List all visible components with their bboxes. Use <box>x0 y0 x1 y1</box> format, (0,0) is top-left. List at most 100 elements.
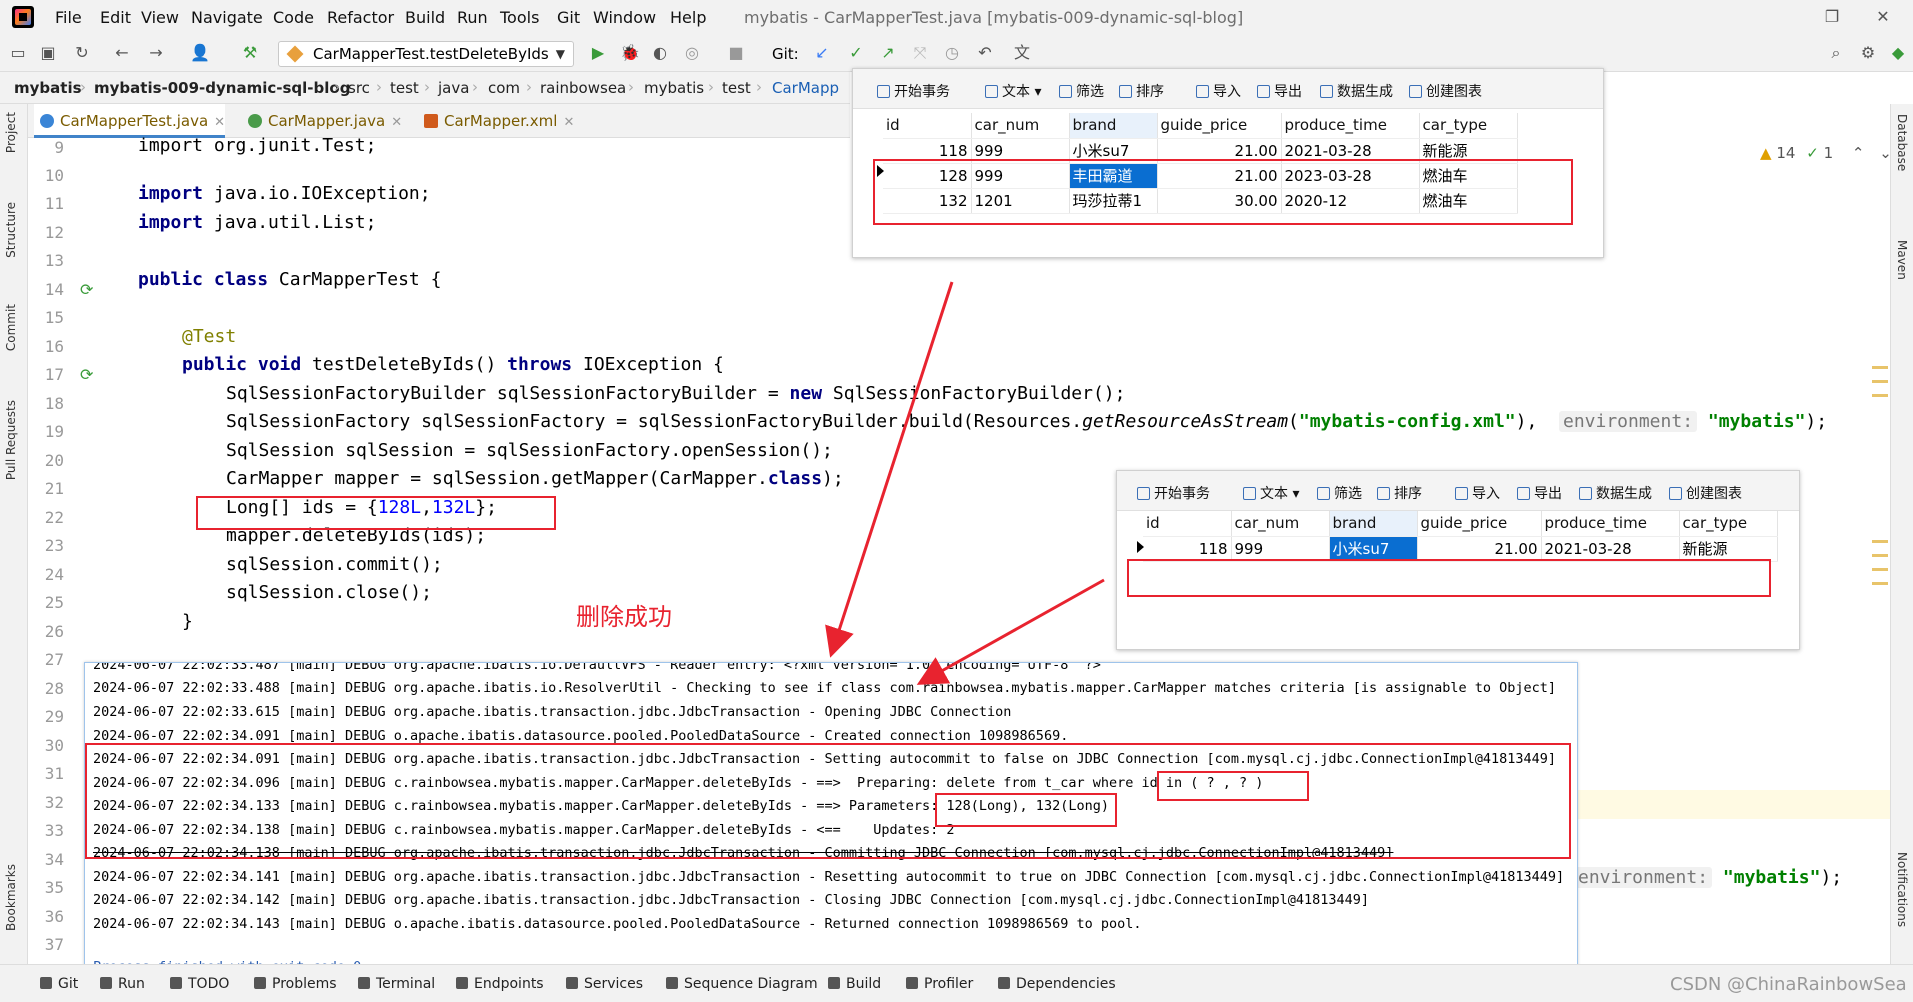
cell[interactable]: 118 <box>1143 536 1232 562</box>
open-folder-icon[interactable]: ▭ <box>8 43 28 63</box>
tool-window-build[interactable]: Build <box>828 976 881 992</box>
cell[interactable]: 21.00 <box>1417 536 1542 562</box>
menu-navigate[interactable]: Navigate <box>191 8 263 27</box>
import-button[interactable]: 导入 <box>1196 81 1241 101</box>
tool-project[interactable]: Project <box>4 112 18 153</box>
tool-window-todo[interactable]: TODO <box>170 976 229 992</box>
col-header[interactable]: car_type <box>1419 113 1518 139</box>
breadcrumb-item[interactable]: java <box>438 79 469 97</box>
menu-view[interactable]: View <box>141 8 179 27</box>
col-header[interactable]: produce_time <box>1281 113 1420 139</box>
stop-icon[interactable]: ■ <box>726 43 746 63</box>
tab-carmapper-xml[interactable]: CarMapper.xml ✕ <box>418 104 574 138</box>
col-header[interactable]: car_num <box>1231 511 1330 537</box>
db-table-after[interactable]: 开始事务 文本 ▾ 筛选 排序 导入 导出 数据生成 创建图表 id car_n… <box>1116 470 1800 650</box>
db-grid[interactable]: id car_num brand guide_price produce_tim… <box>1143 511 1778 562</box>
menu-help[interactable]: Help <box>670 8 706 27</box>
run-test-class-icon[interactable]: ⟳ <box>80 280 96 299</box>
run-test-method-icon[interactable]: ⟳ <box>80 365 96 384</box>
tool-pull-requests[interactable]: Pull Requests <box>4 400 18 480</box>
filter-button[interactable]: 筛选 <box>1317 483 1362 503</box>
tool-window-run[interactable]: Run <box>100 976 145 992</box>
menu-file[interactable]: File <box>55 8 82 27</box>
sync-icon[interactable]: ↻ <box>72 43 92 63</box>
export-button[interactable]: 导出 <box>1517 483 1562 503</box>
back-icon[interactable]: ← <box>112 43 132 63</box>
history-icon[interactable]: ◷ <box>942 43 962 63</box>
sort-button[interactable]: 排序 <box>1377 483 1422 503</box>
menu-refactor[interactable]: Refactor <box>327 8 394 27</box>
plugin-icon[interactable]: ◆ <box>1888 43 1908 63</box>
col-header[interactable]: guide_price <box>1417 511 1542 537</box>
forward-icon[interactable]: → <box>146 43 166 63</box>
git-commit-icon[interactable]: ✓ <box>846 43 866 63</box>
col-header[interactable]: id <box>883 113 972 139</box>
tool-window-problems[interactable]: Problems <box>254 976 337 992</box>
breadcrumb-item[interactable]: mybatis <box>14 79 82 97</box>
run-console[interactable]: 2024-06-07 22:02:33.487 [main] DEBUG org… <box>84 662 1578 967</box>
breadcrumb-item[interactable]: rainbowsea <box>540 79 626 97</box>
breadcrumb-item[interactable]: com <box>488 79 520 97</box>
menu-edit[interactable]: Edit <box>100 8 131 27</box>
menu-git[interactable]: Git <box>557 8 580 27</box>
breadcrumb-item[interactable]: CarMapp <box>772 79 839 97</box>
chevron-down-icon[interactable]: ⌄ <box>1879 144 1892 162</box>
menu-window[interactable]: Window <box>593 8 656 27</box>
sort-button[interactable]: 排序 <box>1119 81 1164 101</box>
tool-window-endpoints[interactable]: Endpoints <box>456 976 544 992</box>
data-generate-button[interactable]: 数据生成 <box>1579 483 1652 503</box>
user-icon[interactable]: 👤 <box>190 43 210 63</box>
col-header[interactable]: car_num <box>971 113 1070 139</box>
col-header[interactable]: id <box>1143 511 1232 537</box>
begin-transaction-button[interactable]: 开始事务 <box>1137 483 1210 503</box>
text-view-button[interactable]: 文本 ▾ <box>985 81 1041 101</box>
table-row[interactable]: 118 999 小米su7 21.00 2021-03-28 新能源 <box>1143 536 1778 562</box>
data-generate-button[interactable]: 数据生成 <box>1320 81 1393 101</box>
col-header[interactable]: brand <box>1069 113 1158 139</box>
breadcrumb-item[interactable]: test <box>722 79 751 97</box>
import-button[interactable]: 导入 <box>1455 483 1500 503</box>
tool-structure[interactable]: Structure <box>4 202 18 258</box>
profile-icon[interactable]: ◎ <box>682 43 702 63</box>
tool-window-dependencies[interactable]: Dependencies <box>998 976 1116 992</box>
tool-window-git[interactable]: Git <box>40 976 78 992</box>
close-tab-icon[interactable]: ✕ <box>563 115 574 130</box>
breadcrumb-item[interactable]: mybatis-009-dynamic-sql-blog <box>94 79 350 97</box>
tool-window-services[interactable]: Services <box>566 976 643 992</box>
export-button[interactable]: 导出 <box>1257 81 1302 101</box>
close-tab-icon[interactable]: ✕ <box>214 115 225 130</box>
menu-code[interactable]: Code <box>273 8 314 27</box>
col-header[interactable]: guide_price <box>1157 113 1282 139</box>
db-table-before[interactable]: 开始事务 文本 ▾ 筛选 排序 导入 导出 数据生成 创建图表 id car_n… <box>852 68 1604 258</box>
git-update-icon[interactable]: ↙ <box>812 43 832 63</box>
coverage-icon[interactable]: ◐ <box>650 43 670 63</box>
rollback-icon[interactable]: ↶ <box>975 43 995 63</box>
tool-notifications[interactable]: Notifications <box>1895 852 1909 927</box>
tool-maven[interactable]: Maven <box>1895 240 1909 280</box>
col-header[interactable]: brand <box>1329 511 1418 537</box>
translate-icon[interactable]: 文 <box>1012 43 1032 63</box>
debug-icon[interactable]: 🐞 <box>620 43 640 63</box>
tool-window-terminal[interactable]: Terminal <box>358 976 435 992</box>
run-configuration-select[interactable]: CarMapperTest.testDeleteByIds ▼ <box>278 41 574 67</box>
restore-window-icon[interactable]: ❐ <box>1822 7 1842 27</box>
save-icon[interactable]: ▣ <box>38 43 58 63</box>
menu-build[interactable]: Build <box>405 8 445 27</box>
breadcrumb-item[interactable]: src <box>348 79 370 97</box>
menu-run[interactable]: Run <box>457 8 488 27</box>
cell[interactable]: 999 <box>1231 536 1330 562</box>
tool-bookmarks[interactable]: Bookmarks <box>4 864 18 931</box>
cell-selected[interactable]: 小米su7 <box>1329 536 1418 562</box>
build-hammer-icon[interactable]: ⚒ <box>240 43 260 63</box>
cell[interactable]: 新能源 <box>1679 536 1778 562</box>
breadcrumb-item[interactable]: test <box>390 79 419 97</box>
col-header[interactable]: car_type <box>1679 511 1778 537</box>
breadcrumb-item[interactable]: mybatis <box>644 79 704 97</box>
run-icon[interactable]: ▶ <box>588 43 608 63</box>
close-window-icon[interactable]: ✕ <box>1873 7 1893 27</box>
tool-commit[interactable]: Commit <box>4 304 18 351</box>
tool-window-profiler[interactable]: Profiler <box>906 976 973 992</box>
settings-gear-icon[interactable]: ⚙ <box>1858 43 1878 63</box>
git-fetch-icon[interactable]: ⤧ <box>910 43 930 63</box>
begin-transaction-button[interactable]: 开始事务 <box>877 81 950 101</box>
